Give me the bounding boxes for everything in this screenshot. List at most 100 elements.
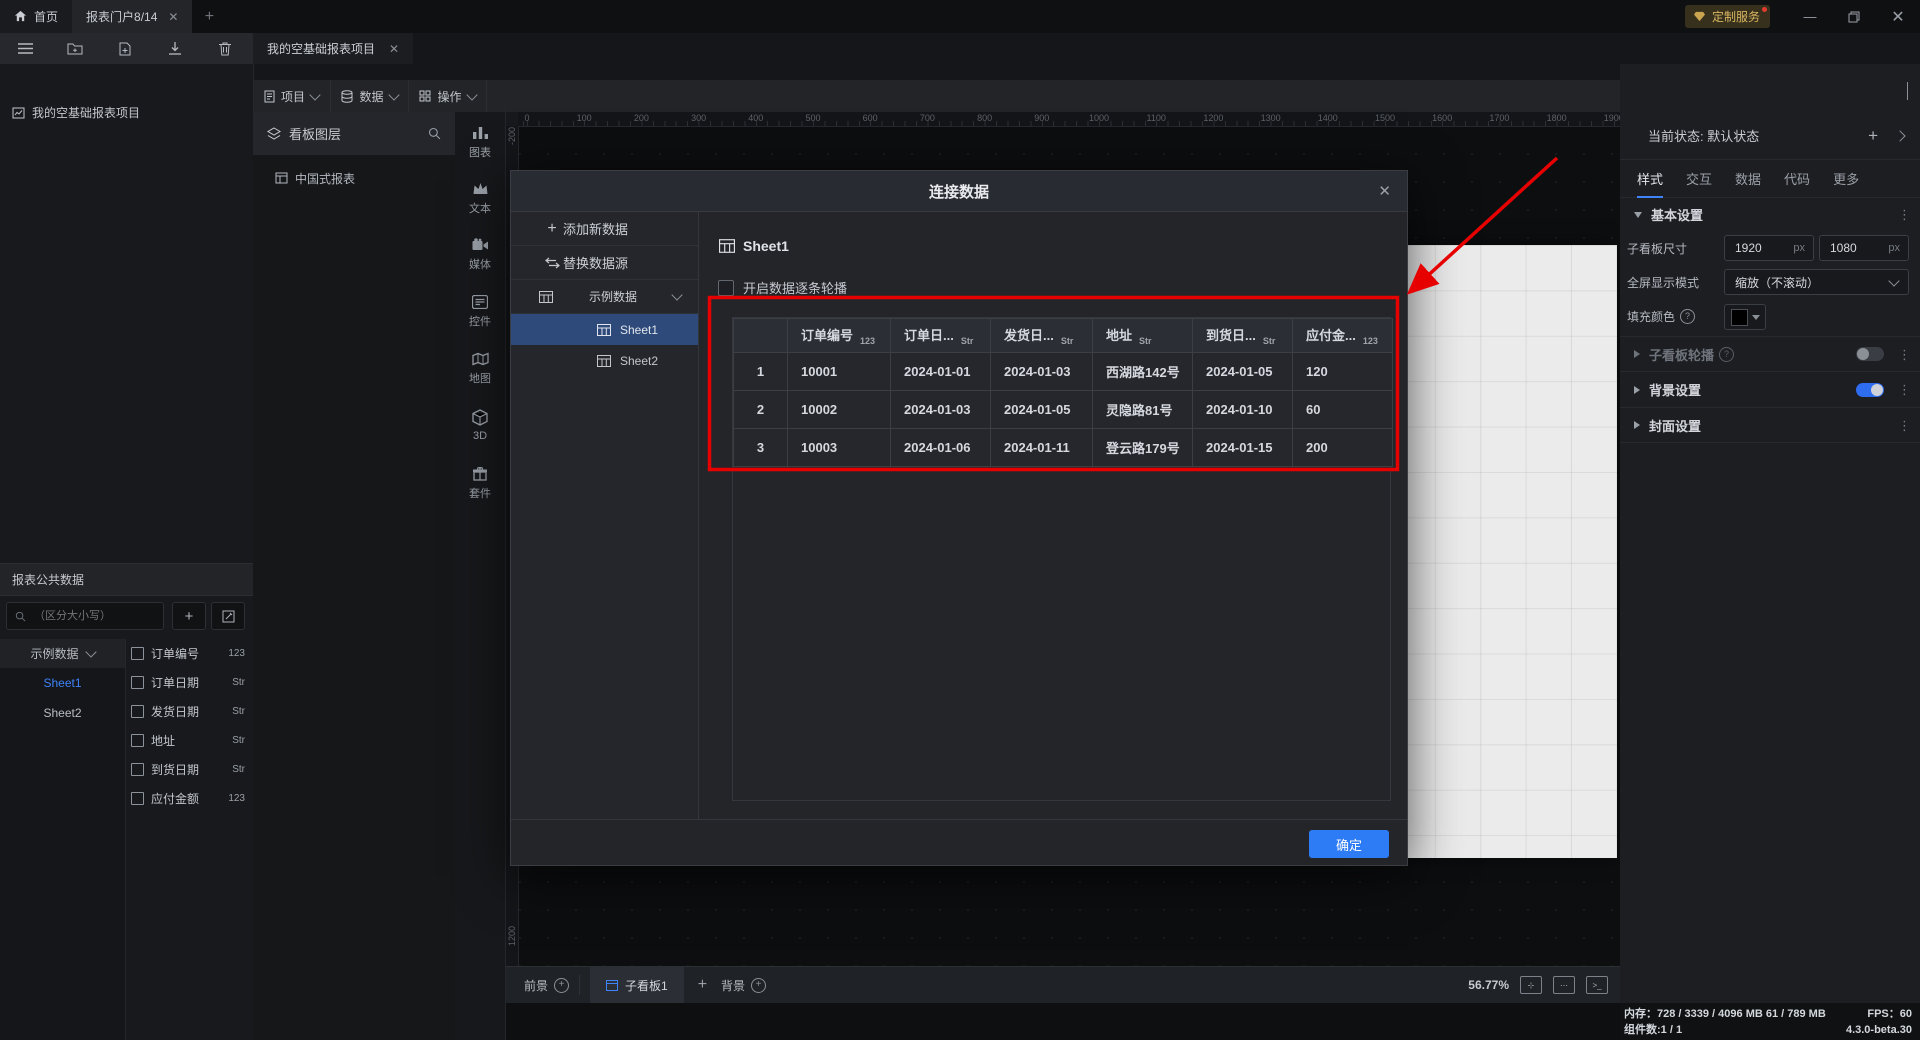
tab-home[interactable]: 首页: [0, 0, 72, 33]
row-number-cell: 2: [734, 391, 788, 429]
table-column-header[interactable]: 应付金...123: [1293, 319, 1393, 353]
kebab-menu-icon[interactable]: ⋮: [1898, 387, 1910, 392]
project-document-tab[interactable]: 我的空基础报表项目 ✕: [253, 33, 413, 64]
background-toggle-on[interactable]: [1856, 383, 1884, 397]
dataset-dropdown-item[interactable]: 示例数据: [511, 280, 698, 314]
basic-settings-header[interactable]: 基本设置 ⋮: [1620, 198, 1920, 231]
console-icon[interactable]: >_: [1586, 976, 1608, 994]
foreground-tab[interactable]: 前景: [524, 977, 548, 994]
custom-service-badge[interactable]: 定制服务: [1685, 5, 1770, 28]
field-checkbox[interactable]: [131, 647, 144, 660]
sheet-tab-sheet1[interactable]: Sheet1: [0, 668, 125, 698]
edit-dataset-button[interactable]: [211, 602, 245, 630]
new-folder-icon[interactable]: [50, 33, 100, 64]
replace-datasource-item[interactable]: 替换数据源: [511, 246, 698, 280]
sheet-tab-sheet2[interactable]: Sheet2: [0, 698, 125, 728]
panel-collapse-icon[interactable]: [1907, 82, 1908, 100]
foreground-add-icon[interactable]: +: [554, 978, 569, 993]
fill-color-picker[interactable]: [1724, 304, 1766, 330]
field-checkbox[interactable]: [131, 763, 144, 776]
settings-tab-交互[interactable]: 交互: [1686, 160, 1712, 198]
comp-media[interactable]: 媒体: [455, 238, 506, 295]
cover-settings-row[interactable]: 封面设置 ⋮: [1620, 407, 1920, 443]
subboard-carousel-row[interactable]: 子看板轮播 ? ⋮: [1620, 336, 1920, 371]
add-new-data-item[interactable]: + 添加新数据: [511, 212, 698, 246]
field-row[interactable]: 订单编号123: [125, 639, 253, 668]
restore-button[interactable]: [1832, 0, 1876, 33]
project-tree-root[interactable]: 我的空基础报表项目: [12, 104, 140, 121]
add-state-button[interactable]: +: [1868, 126, 1878, 146]
comp-kit[interactable]: 套件: [455, 466, 506, 523]
field-row[interactable]: 到货日期Str: [125, 755, 253, 784]
dataset-select[interactable]: 示例数据: [0, 639, 125, 668]
project-tab-close-icon[interactable]: ✕: [389, 42, 399, 56]
delete-icon[interactable]: [200, 33, 250, 64]
settings-tab-样式[interactable]: 样式: [1637, 160, 1663, 198]
table-column-header[interactable]: 到货日...Str: [1193, 319, 1293, 353]
import-icon[interactable]: [150, 33, 200, 64]
menu-project[interactable]: 项目: [253, 80, 331, 112]
comp-chart[interactable]: 图表: [455, 124, 506, 181]
fit-screen-icon[interactable]: ⊹: [1520, 976, 1542, 994]
kebab-menu-icon[interactable]: ⋮: [1898, 212, 1910, 217]
settings-tab-代码[interactable]: 代码: [1784, 160, 1810, 198]
board-height-field[interactable]: px: [1819, 235, 1909, 261]
subboard-tab-active[interactable]: 子看板1: [590, 967, 684, 1003]
modal-sheet-sheet2[interactable]: Sheet2: [511, 345, 698, 376]
field-row[interactable]: 发货日期Str: [125, 697, 253, 726]
zoom-level[interactable]: 56.77%: [1468, 978, 1509, 992]
background-tab[interactable]: 背景: [721, 977, 745, 994]
fullscreen-mode-select[interactable]: 缩放（不滚动）: [1724, 269, 1909, 295]
board-height-input[interactable]: [1828, 240, 1878, 256]
tab-portal[interactable]: 报表门户8/14 ✕: [72, 0, 192, 33]
field-checkbox[interactable]: [131, 792, 144, 805]
comp-3d[interactable]: 3D: [455, 409, 506, 466]
public-data-header[interactable]: 报表公共数据: [0, 563, 253, 596]
modal-close-icon[interactable]: ✕: [1378, 182, 1391, 200]
carousel-checkbox-row[interactable]: 开启数据逐条轮播: [718, 278, 847, 297]
field-row[interactable]: 应付金额123: [125, 784, 253, 813]
field-checkbox[interactable]: [131, 676, 144, 689]
field-row[interactable]: 地址Str: [125, 726, 253, 755]
settings-tab-数据[interactable]: 数据: [1735, 160, 1761, 198]
carousel-toggle-off[interactable]: [1856, 347, 1884, 361]
add-subboard-button[interactable]: +: [698, 976, 707, 994]
data-search-input[interactable]: [32, 609, 146, 623]
component-toolbar: 图表文本媒体控件地图3D套件: [455, 112, 506, 1040]
close-button[interactable]: ✕: [1876, 0, 1920, 33]
layer-item-china-report[interactable]: 中国式报表: [253, 163, 455, 193]
table-column-header[interactable]: 地址Str: [1093, 319, 1193, 353]
comp-control[interactable]: 控件: [455, 295, 506, 352]
field-checkbox[interactable]: [131, 734, 144, 747]
board-width-input[interactable]: [1733, 240, 1783, 256]
settings-tab-更多[interactable]: 更多: [1833, 160, 1859, 198]
board-width-field[interactable]: px: [1724, 235, 1814, 261]
field-checkbox[interactable]: [131, 705, 144, 718]
kebab-menu-icon[interactable]: ⋮: [1898, 352, 1910, 357]
field-row[interactable]: 订单日期Str: [125, 668, 253, 697]
table-column-header[interactable]: 发货日...Str: [991, 319, 1093, 353]
table-column-header[interactable]: 订单日...Str: [891, 319, 991, 353]
comp-map[interactable]: 地图: [455, 352, 506, 409]
minimize-button[interactable]: —: [1788, 0, 1832, 33]
keyboard-shortcuts-icon[interactable]: ⋯: [1553, 976, 1575, 994]
new-tab-button[interactable]: +: [192, 0, 226, 33]
table-column-header[interactable]: 订单编号123: [788, 319, 891, 353]
modal-sheet-sheet1[interactable]: Sheet1: [511, 314, 698, 345]
menu-icon[interactable]: [0, 33, 50, 64]
kebab-menu-icon[interactable]: ⋮: [1898, 423, 1910, 428]
background-add-icon[interactable]: +: [751, 978, 766, 993]
data-search-box[interactable]: [6, 602, 164, 630]
new-file-icon[interactable]: [100, 33, 150, 64]
add-dataset-button[interactable]: +: [172, 602, 206, 630]
confirm-button[interactable]: 确定: [1309, 830, 1389, 858]
carousel-checkbox[interactable]: [718, 280, 734, 296]
menu-data[interactable]: 数据: [331, 80, 409, 112]
chevron-right-icon[interactable]: [1894, 130, 1905, 141]
menu-operation[interactable]: 操作: [409, 80, 487, 112]
search-icon[interactable]: [428, 127, 441, 140]
comp-text[interactable]: 文本: [455, 181, 506, 238]
table-cell: 60: [1293, 391, 1393, 429]
background-settings-row[interactable]: 背景设置 ⋮: [1620, 371, 1920, 407]
tab-close-icon[interactable]: ✕: [168, 10, 178, 24]
